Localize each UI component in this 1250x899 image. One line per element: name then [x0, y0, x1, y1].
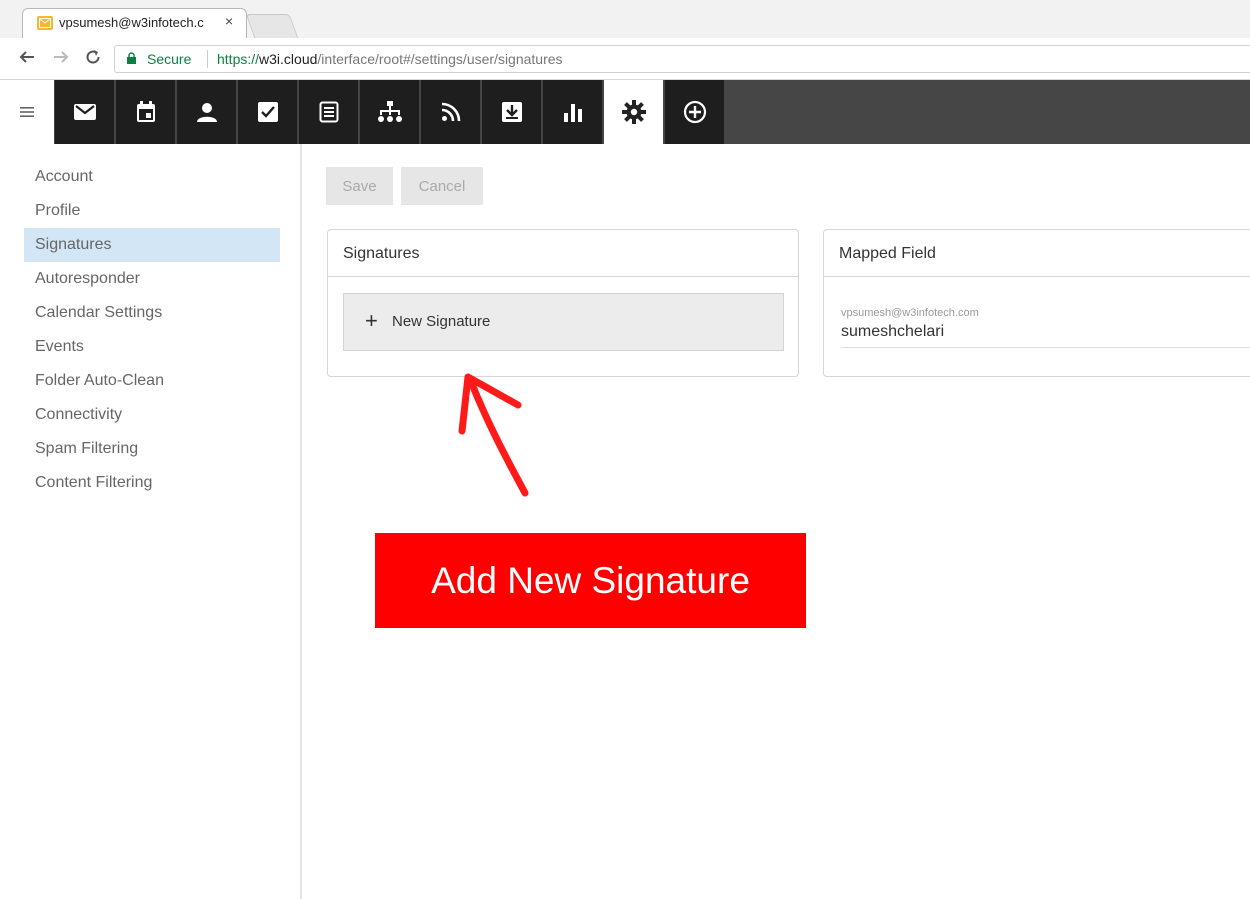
browser-tabstrip: vpsumesh@w3infotech.c ×: [0, 0, 1250, 38]
mail-favicon-icon: [37, 16, 53, 30]
url-text: https://w3i.cloud/interface/root#/settin…: [217, 51, 563, 67]
address-bar: Secure https://w3i.cloud/interface/root#…: [0, 38, 1250, 80]
gear-icon[interactable]: [603, 80, 663, 144]
reload-icon[interactable]: [84, 48, 102, 71]
contacts-icon[interactable]: [176, 80, 236, 144]
sidebar-item-connectivity[interactable]: Connectivity: [24, 398, 280, 432]
sidebar-item-folder-auto-clean[interactable]: Folder Auto-Clean: [24, 364, 280, 398]
menu-icon[interactable]: [0, 80, 54, 144]
app-toolbar: [0, 80, 1250, 144]
mapped-underline: [841, 347, 1250, 348]
sitemap-icon[interactable]: [359, 80, 419, 144]
annotation-banner: Add New Signature: [375, 533, 806, 628]
tab-close-icon[interactable]: ×: [225, 13, 233, 29]
new-tab-button[interactable]: [245, 14, 299, 38]
download-icon[interactable]: [481, 80, 541, 144]
sidebar-item-content-filtering[interactable]: Content Filtering: [24, 466, 280, 500]
sidebar-item-spam-filtering[interactable]: Spam Filtering: [24, 432, 280, 466]
secure-label: Secure: [147, 51, 192, 67]
plus-icon: +: [365, 308, 378, 333]
mail-icon[interactable]: [54, 80, 114, 144]
tasks-icon[interactable]: [237, 80, 297, 144]
calendar-icon[interactable]: [115, 80, 175, 144]
mapped-field-panel: Mapped Field vpsumesh@w3infotech.com sum…: [823, 229, 1250, 377]
sidebar-item-events[interactable]: Events: [24, 330, 280, 364]
sidebar-item-account[interactable]: Account: [24, 160, 280, 194]
save-button[interactable]: Save: [326, 167, 393, 205]
back-icon[interactable]: [18, 48, 36, 71]
new-signature-button[interactable]: + New Signature: [343, 293, 784, 351]
browser-tab[interactable]: vpsumesh@w3infotech.c ×: [22, 8, 247, 38]
new-signature-label: New Signature: [392, 313, 491, 330]
omnibox-separator: [207, 50, 208, 68]
signatures-panel-title: Signatures: [328, 230, 798, 277]
url-input[interactable]: Secure https://w3i.cloud/interface/root#…: [114, 45, 1250, 73]
sidebar-item-autoresponder[interactable]: Autoresponder: [24, 262, 280, 296]
lock-icon: [127, 52, 136, 64]
notes-icon[interactable]: [298, 80, 358, 144]
mapped-value[interactable]: sumeshchelari: [841, 323, 944, 341]
mapped-field-title: Mapped Field: [824, 230, 1250, 277]
stats-icon[interactable]: [542, 80, 602, 144]
signatures-panel: Signatures + New Signature: [327, 229, 799, 377]
cancel-button[interactable]: Cancel: [401, 167, 483, 205]
annotation-arrow-icon: [458, 373, 529, 497]
mapped-email: vpsumesh@w3infotech.com: [841, 307, 979, 319]
browser-tab-title: vpsumesh@w3infotech.c: [59, 15, 204, 30]
settings-sidebar: Account Profile Signatures Autoresponder…: [0, 144, 302, 899]
sidebar-item-profile[interactable]: Profile: [24, 194, 280, 228]
sidebar-item-calendar-settings[interactable]: Calendar Settings: [24, 296, 280, 330]
forward-icon[interactable]: [52, 48, 70, 71]
sidebar-item-signatures[interactable]: Signatures: [24, 228, 280, 262]
add-circle-icon[interactable]: [664, 80, 724, 144]
rss-icon[interactable]: [420, 80, 480, 144]
